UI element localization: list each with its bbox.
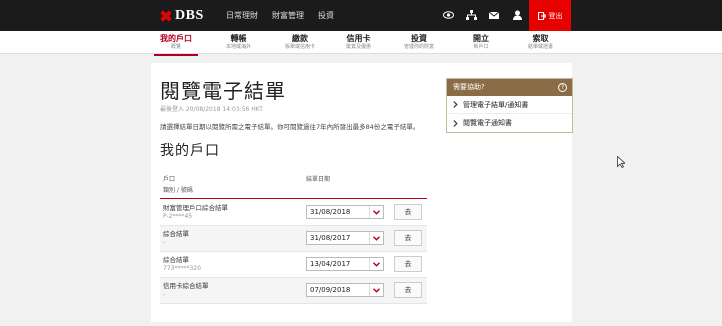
logout-label: 登出 <box>548 11 563 20</box>
chevron-right-icon <box>453 119 458 127</box>
main-nav: 我的戶口 概覽 轉帳 本地或海外 繳款 賬單或信用卡 信用卡 獎賞及優惠 投資 … <box>0 31 722 56</box>
statement-date-value: 31/08/2018 <box>310 208 351 216</box>
nav-transfer[interactable]: 轉帳 本地或海外 <box>226 34 251 51</box>
statement-date-select[interactable]: 07/09/2018 <box>306 283 384 297</box>
table-row: 財富管理戶口綜合結單 P-2****45 31/08/2018 去 <box>160 200 427 226</box>
nav-label: 繳款 <box>292 34 308 43</box>
account-name: 綜合結單 <box>163 256 189 264</box>
table-row: 綜合結單 773*****320 13/04/2017 去 <box>160 252 427 278</box>
go-button[interactable]: 去 <box>394 230 422 246</box>
nav-sublabel: 管理你的財富 <box>404 44 435 50</box>
statement-date-value: 31/08/2017 <box>310 234 351 242</box>
chevron-down-icon <box>369 232 383 244</box>
col-date: 結單日期 <box>306 176 331 183</box>
nav-credit-card[interactable]: 信用卡 獎賞及優惠 <box>346 34 371 51</box>
go-button[interactable]: 去 <box>394 204 422 220</box>
statement-date-value: 07/09/2018 <box>310 286 351 294</box>
nav-sublabel: 新戶口 <box>473 44 489 50</box>
account-number: - <box>163 291 166 298</box>
col-account-sub: 類別 / 號碼 <box>163 187 193 194</box>
top-bar: DBS 日常理財 財富管理 投資 登出 <box>0 0 722 31</box>
topnav-invest[interactable]: 投資 <box>318 10 334 21</box>
help-panel: 需要協助? ? 管理電子結單/通知書 閱覽電子通知書 <box>446 78 573 133</box>
nav-sublabel: 賬單或信用卡 <box>285 44 316 50</box>
help-link-label: 管理電子結單/通知書 <box>463 100 529 109</box>
chevron-down-icon <box>369 206 383 218</box>
nav-request[interactable]: 索取 結單或證書 <box>528 34 553 51</box>
nav-my-accounts[interactable]: 我的戶口 概覽 <box>154 34 198 56</box>
logout-button[interactable]: 登出 <box>529 0 571 31</box>
chevron-down-icon <box>369 284 383 296</box>
nav-sublabel: 獎賞及優惠 <box>346 44 372 50</box>
chevron-down-icon <box>369 258 383 270</box>
account-number: - <box>163 239 166 246</box>
nav-label: 轉帳 <box>230 34 247 43</box>
header-divider <box>160 198 427 199</box>
topnav-daily-banking[interactable]: 日常理財 <box>226 10 258 21</box>
nav-sublabel: 本地或海外 <box>226 44 252 50</box>
nav-sublabel: 概覽 <box>170 44 181 50</box>
section-title: 我的戶口 <box>160 143 220 159</box>
account-number: 773*****320 <box>163 265 201 272</box>
chevron-right-icon <box>453 101 458 108</box>
account-name: 財富管理戶口綜合結單 <box>163 204 228 212</box>
dbs-logo[interactable]: DBS <box>160 8 204 24</box>
nav-label: 開立 <box>473 34 489 43</box>
network-icon[interactable] <box>465 9 477 21</box>
statement-date-select[interactable]: 31/08/2017 <box>306 231 384 245</box>
mouse-cursor-icon <box>617 156 625 168</box>
top-icons <box>442 9 523 21</box>
go-button[interactable]: 去 <box>394 282 422 298</box>
account-name: 綜合結單 <box>163 230 189 238</box>
user-icon[interactable] <box>511 9 523 21</box>
eye-icon[interactable] <box>442 9 454 21</box>
help-link-manage[interactable]: 管理電子結單/通知書 <box>447 96 572 114</box>
statement-date-select[interactable]: 31/08/2018 <box>306 205 384 219</box>
help-link-label: 閱覽電子通知書 <box>463 119 512 127</box>
nav-sublabel: 結單或證書 <box>528 44 554 50</box>
last-login: 最後登入 20/08/2018 14:03:56 HKT <box>160 106 263 113</box>
intro-text: 請選擇結單日期以閱覽所需之電子結單。你可閱覽過往7年內所發出最多84份之電子結單… <box>160 123 420 131</box>
brand-name: DBS <box>175 8 204 23</box>
help-title: 需要協助? <box>453 83 485 91</box>
question-icon: ? <box>558 83 567 92</box>
logout-icon <box>537 11 546 20</box>
statement-date-value: 13/04/2017 <box>310 260 351 268</box>
account-name: 信用卡綜合結單 <box>163 282 209 290</box>
nav-invest[interactable]: 投資 管理你的財富 <box>404 34 434 51</box>
col-account-label: 戶口 <box>163 176 176 183</box>
statement-date-select[interactable]: 13/04/2017 <box>306 257 384 271</box>
nav-label: 索取 <box>532 34 549 43</box>
table-row: 綜合結單 - 31/08/2017 去 <box>160 226 427 252</box>
nav-label: 投資 <box>411 34 427 43</box>
nav-payment[interactable]: 繳款 賬單或信用卡 <box>285 34 315 51</box>
topnav-wealth[interactable]: 財富管理 <box>272 10 304 21</box>
account-number: P-2****45 <box>163 213 193 220</box>
page-title: 閱覽電子結單 <box>160 79 286 103</box>
help-header[interactable]: 需要協助? ? <box>447 79 572 96</box>
nav-label: 信用卡 <box>346 34 371 43</box>
dbs-logo-icon <box>160 10 172 22</box>
nav-open[interactable]: 開立 新戶口 <box>473 34 489 51</box>
top-nav: 日常理財 財富管理 投資 <box>226 10 334 21</box>
go-button[interactable]: 去 <box>394 256 422 272</box>
mail-icon[interactable] <box>488 9 500 21</box>
table-row: 信用卡綜合結單 - 07/09/2018 去 <box>160 278 427 304</box>
help-link-view[interactable]: 閱覽電子通知書 <box>447 114 572 132</box>
col-account: 戶口 類別 / 號碼 <box>163 174 193 196</box>
nav-label: 我的戶口 <box>160 34 192 43</box>
